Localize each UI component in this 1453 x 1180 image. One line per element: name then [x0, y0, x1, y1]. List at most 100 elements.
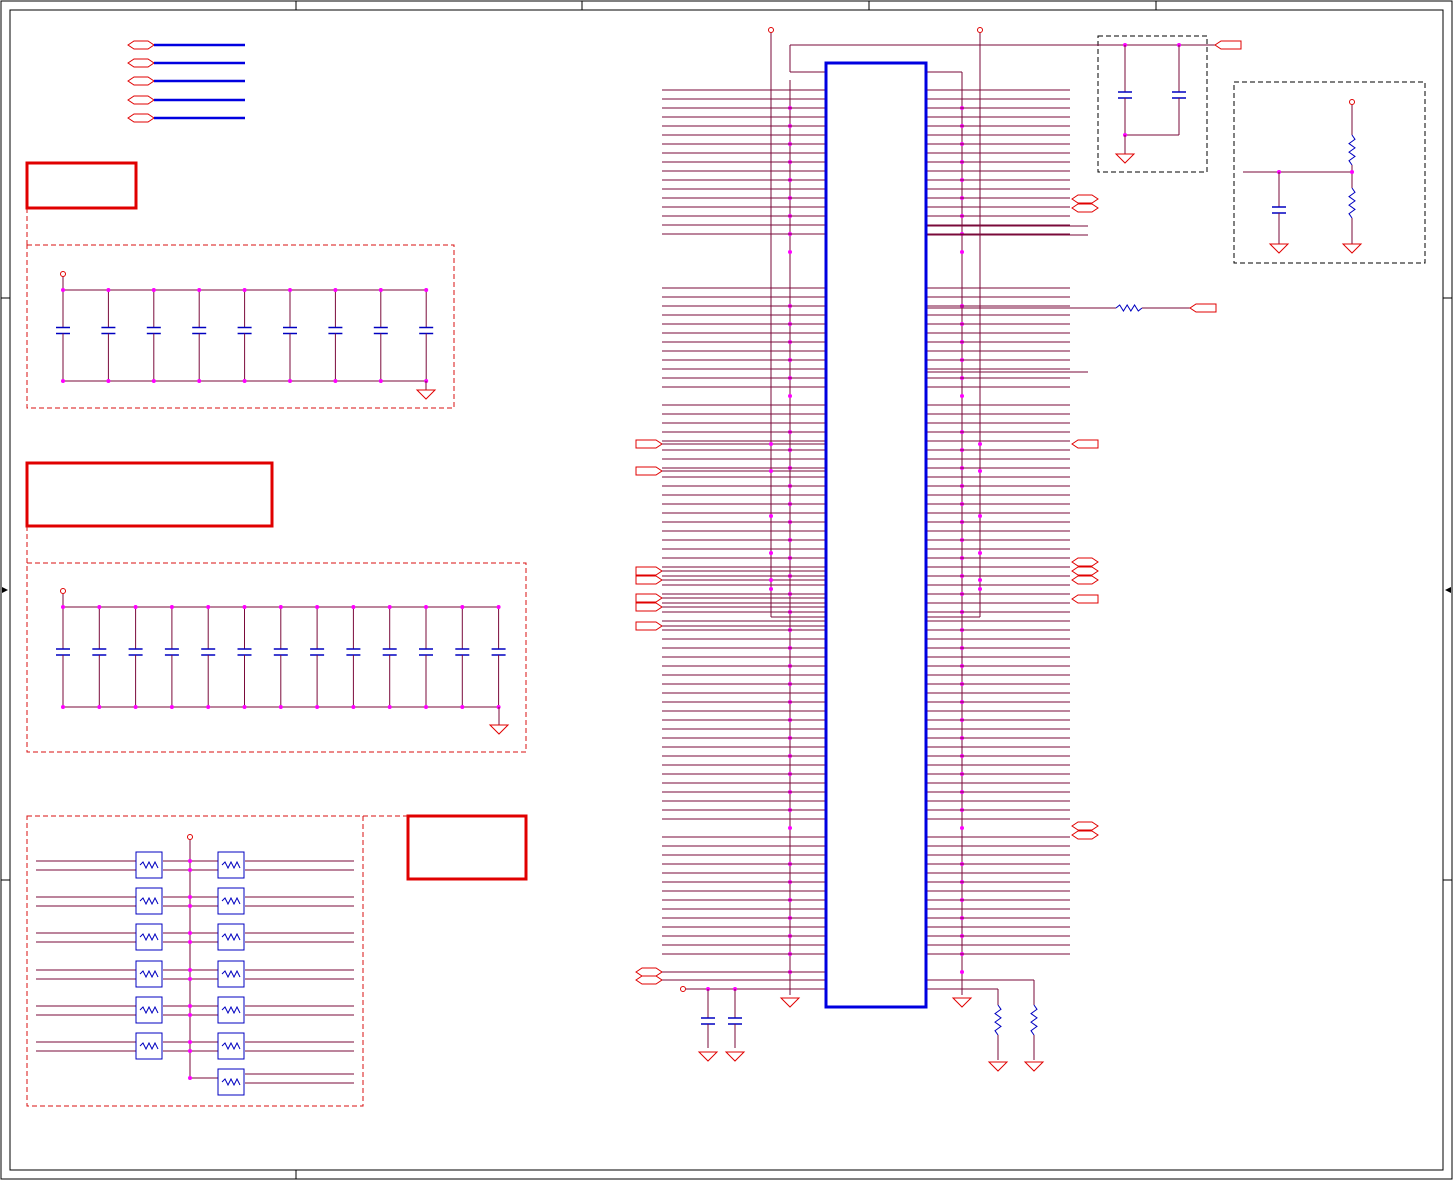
- junction-dot-icon: [788, 394, 792, 398]
- junction-dot-icon: [151, 288, 156, 292]
- ferrite-bead-icon: [217, 887, 245, 915]
- junction-dot-icon: [188, 868, 192, 872]
- capacitor-icon: [128, 648, 143, 656]
- capacitor-icon: [373, 326, 388, 335]
- capacitor-icon: [146, 326, 161, 335]
- junction-dot-icon: [978, 578, 982, 582]
- junction-dot-icon: [978, 551, 982, 555]
- ferrite-bead-icon: [135, 851, 163, 879]
- junction-dot-icon: [978, 469, 982, 473]
- junction-dot-icon: [188, 931, 192, 935]
- capacitor-icon: [491, 648, 506, 656]
- junction-dot-icon: [424, 605, 428, 609]
- capacitor-icon: [164, 648, 179, 656]
- junction-dot-icon: [133, 705, 138, 709]
- ferrite-bead-icon: [135, 1032, 163, 1060]
- capacitor-icon: [701, 1017, 715, 1025]
- decoupling-capacitor-bank-2: [56, 588, 510, 735]
- junction-dot-icon: [978, 442, 982, 446]
- net-port-group: [127, 40, 245, 123]
- capacitor-icon: [419, 648, 433, 656]
- junction-dot-icon: [188, 895, 192, 899]
- junction-dot-icon: [788, 250, 792, 254]
- off-page-connector-icon: [1071, 203, 1099, 213]
- junction-dot-icon: [788, 826, 792, 830]
- sheet-frame-arrows: [2, 587, 1451, 593]
- junction-dot-icon: [197, 379, 202, 383]
- junction-dot-icon: [278, 605, 283, 609]
- power-pin-icon: [768, 27, 774, 33]
- junction-dot-icon: [387, 605, 392, 609]
- junction-dot-icon: [960, 970, 964, 974]
- junction-dot-icon: [188, 1049, 192, 1053]
- junction-dot-icon: [960, 394, 964, 398]
- capacitor-icon: [201, 648, 216, 656]
- ferrite-bead-icon: [217, 923, 245, 951]
- junction-dot-icon: [242, 379, 247, 383]
- ground-icon: [724, 1051, 746, 1062]
- off-page-connector-icon: [1214, 40, 1242, 50]
- junction-dot-icon: [188, 859, 192, 863]
- ferrite-bead-filter-bank: [36, 834, 354, 1096]
- ground-icon: [488, 724, 510, 735]
- junction-dot-icon: [496, 605, 501, 609]
- junction-dot-icon: [151, 379, 156, 383]
- off-page-connector-icon: [1071, 566, 1099, 576]
- power-pin-icon: [680, 986, 686, 992]
- section-title-box-3: [406, 814, 528, 881]
- ferrite-bead-icon: [217, 996, 245, 1024]
- capacitor-icon: [382, 648, 397, 656]
- junction-dot-icon: [242, 605, 247, 609]
- off-page-connector-icon: [635, 566, 663, 576]
- resistor-icon: [1030, 1004, 1038, 1036]
- ground-icon: [415, 389, 437, 400]
- ic-outline: [824, 61, 928, 1009]
- junction-dot-icon: [769, 514, 773, 518]
- junction-dot-icon: [188, 1004, 192, 1008]
- capacitor-icon: [283, 326, 297, 335]
- junction-dot-icon: [960, 826, 964, 830]
- off-page-connector-icon: [635, 593, 663, 603]
- capacitor-icon: [192, 326, 207, 335]
- resistor-icon: [1348, 187, 1356, 219]
- junction-dot-icon: [61, 288, 65, 292]
- junction-dot-icon: [315, 705, 320, 709]
- ferrite-bead-icon: [217, 1068, 245, 1096]
- section-title-box-1: [25, 161, 138, 210]
- junction-dot-icon: [387, 705, 392, 709]
- off-page-connector-icon: [1189, 303, 1217, 313]
- junction-dot-icon: [169, 705, 174, 709]
- junction-dot-icon: [278, 705, 283, 709]
- off-page-connector-icon: [635, 439, 663, 449]
- junction-dot-icon: [188, 940, 192, 944]
- capacitor-icon: [92, 648, 107, 656]
- off-page-connector-icon: [635, 575, 663, 585]
- junction-dot-icon: [197, 288, 202, 292]
- junction-dot-icon: [61, 605, 65, 609]
- junction-dot-icon: [978, 587, 982, 591]
- ground-icon: [951, 997, 973, 1008]
- capacitor-icon: [1172, 91, 1186, 99]
- off-page-connector-icon: [127, 95, 155, 105]
- junction-dot-icon: [288, 379, 292, 383]
- ferrite-bead-icon: [217, 960, 245, 988]
- junction-dot-icon: [106, 379, 111, 383]
- off-page-connector-icon: [635, 975, 663, 985]
- junction-dot-icon: [333, 288, 338, 292]
- off-page-connector-icon: [635, 621, 663, 631]
- power-pin-icon: [187, 834, 193, 840]
- off-page-connector-icon: [127, 40, 245, 123]
- junction-dot-icon: [106, 288, 111, 292]
- decoupling-capacitor-bank-1: [56, 271, 437, 400]
- junction-dot-icon: [188, 904, 192, 908]
- capacitor-icon: [346, 648, 361, 656]
- junction-dot-icon: [378, 379, 383, 383]
- junction-dot-icon: [206, 605, 211, 609]
- junction-dot-icon: [97, 705, 102, 709]
- junction-dot-icon: [61, 705, 65, 709]
- capacitor-icon: [310, 648, 325, 656]
- off-page-connector-icon: [1071, 557, 1099, 567]
- capacitor-icon: [455, 648, 470, 656]
- capacitor-icon: [328, 326, 343, 335]
- off-page-connector-icon: [1071, 821, 1099, 831]
